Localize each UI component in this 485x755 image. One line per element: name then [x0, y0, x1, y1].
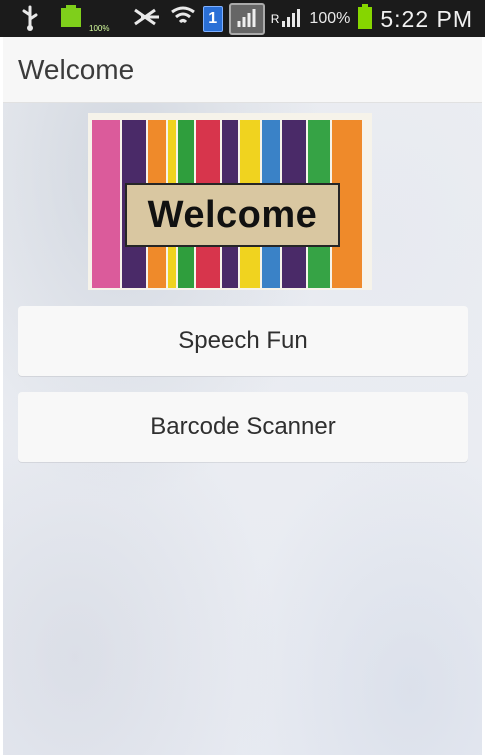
mat-text-panel: Welcome: [125, 183, 340, 247]
battery-icon: 100%: [56, 3, 109, 35]
battery-status-icon: [356, 3, 374, 36]
speech-fun-button[interactable]: Speech Fun: [18, 306, 468, 376]
signal-box-icon: [228, 3, 265, 35]
welcome-mat-image: Welcome: [88, 113, 372, 290]
barcode-scanner-button[interactable]: Barcode Scanner: [18, 392, 468, 462]
main-content: Welcome Speech Fun Barcode Scanner: [3, 103, 482, 755]
app-bar: Welcome: [3, 37, 482, 103]
signal-icon: [281, 7, 303, 32]
status-time: 5:22 PM: [380, 5, 473, 32]
status-bar: 100% 1 R 100% 5:22 PM: [0, 0, 485, 37]
roaming-label: R: [270, 12, 280, 26]
mute-icon: [133, 4, 163, 35]
battery-small-label: 100%: [89, 24, 110, 33]
notification-badge: 1: [202, 6, 223, 32]
status-bar-left: 100%: [20, 3, 109, 38]
wifi-icon: [169, 4, 197, 35]
battery-percent: 100%: [309, 10, 351, 27]
app-title: Welcome: [18, 54, 135, 85]
usb-icon: [20, 3, 40, 38]
status-bar-right: 1 R 100% 5:22 PM: [133, 3, 473, 35]
mat-text: Welcome: [147, 193, 318, 236]
